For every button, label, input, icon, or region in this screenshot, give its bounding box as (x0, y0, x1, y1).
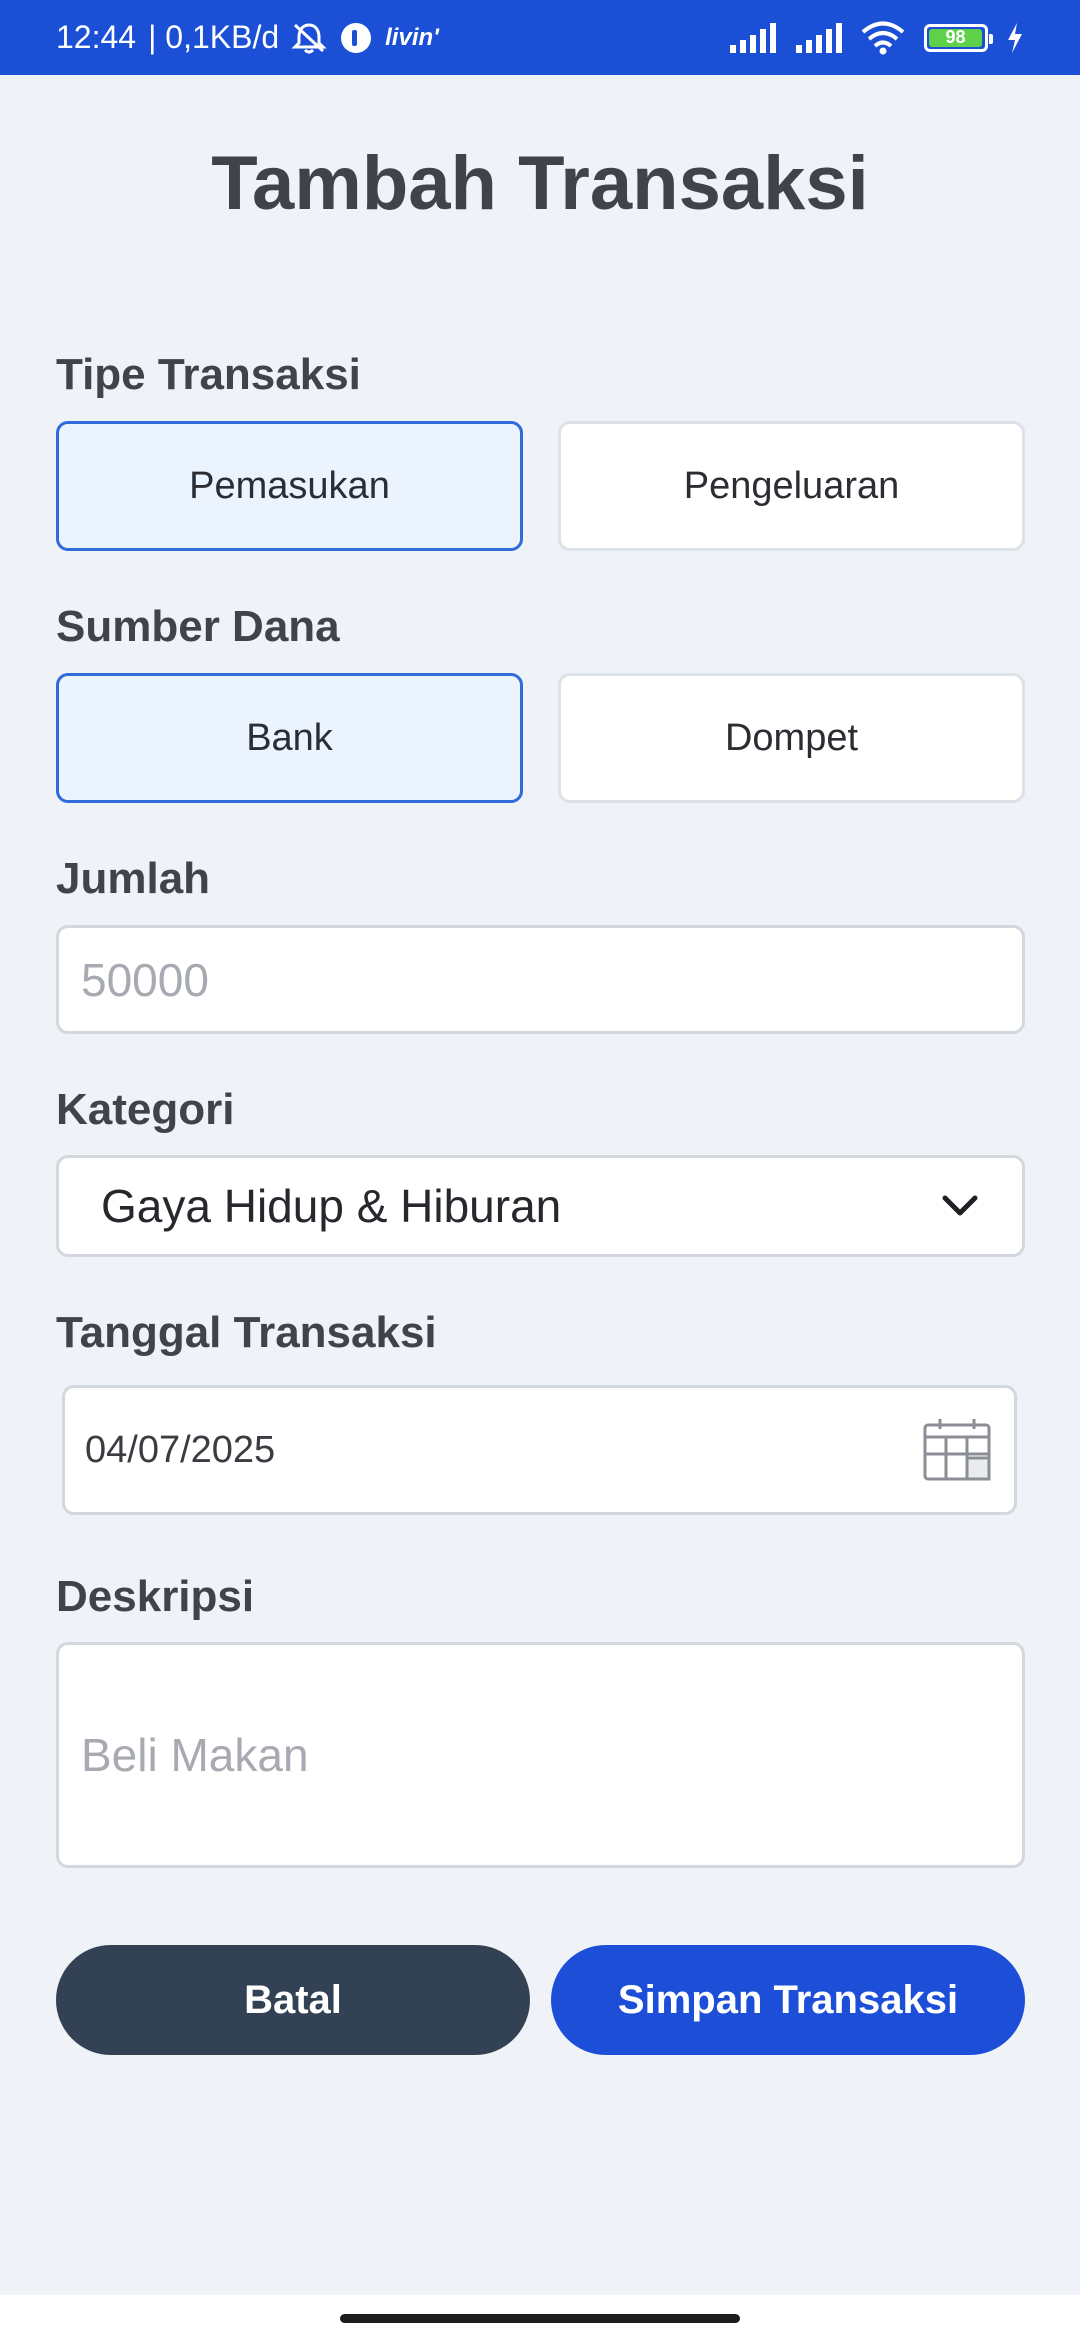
type-option-pemasukan[interactable]: Pemasukan (56, 421, 523, 551)
amount-label: Jumlah (56, 854, 211, 903)
signal-icon (794, 22, 842, 53)
source-label: Sumber Dana (56, 602, 340, 651)
status-time: 12:44 (56, 19, 137, 55)
date-label: Tanggal Transaksi (56, 1308, 437, 1357)
calendar-icon[interactable] (922, 1417, 994, 1483)
source-option-label: Bank (246, 716, 333, 759)
save-button-label: Simpan Transaksi (617, 1977, 959, 2022)
type-option-label: Pemasukan (189, 464, 390, 507)
alarm-off-icon (291, 21, 327, 55)
signal-icon (728, 22, 776, 53)
type-option-label: Pengeluaran (683, 464, 900, 507)
status-bar: 12:44 | 0,1KB/d livin' 98 (0, 0, 1080, 75)
source-option-dompet[interactable]: Dompet (558, 673, 1025, 803)
save-transaction-button[interactable]: Simpan Transaksi (551, 1945, 1025, 2055)
description-placeholder: Beli Makan (81, 1729, 309, 1781)
description-input[interactable]: Beli Makan (56, 1642, 1025, 1868)
date-input[interactable]: 04/07/2025 (62, 1385, 1017, 1515)
battery-level: 98 (929, 27, 982, 47)
source-option-label: Dompet (724, 716, 859, 759)
wifi-icon (860, 21, 906, 55)
source-option-bank[interactable]: Bank (56, 673, 523, 803)
cancel-button-label: Batal (244, 1977, 342, 2022)
charging-icon (1006, 22, 1024, 53)
livin-app-icon (339, 21, 373, 55)
network-speed: | 0,1KB/d (148, 19, 280, 55)
page-title: Tambah Transaksi (211, 141, 869, 226)
amount-placeholder: 50000 (81, 953, 209, 1006)
cancel-button[interactable]: Batal (56, 1945, 530, 2055)
description-label: Deskripsi (56, 1572, 255, 1621)
date-value: 04/07/2025 (85, 1428, 276, 1471)
battery-icon: 98 (924, 23, 993, 52)
category-label: Kategori (56, 1085, 235, 1134)
type-option-pengeluaran[interactable]: Pengeluaran (558, 421, 1025, 551)
chevron-down-icon (940, 1193, 980, 1219)
category-select[interactable]: Gaya Hidup & Hiburan (56, 1155, 1025, 1257)
livin-app-text: livin' (385, 23, 439, 51)
home-indicator-bar[interactable] (340, 2314, 740, 2323)
category-value: Gaya Hidup & Hiburan (101, 1180, 562, 1232)
type-label: Tipe Transaksi (56, 350, 361, 399)
amount-input[interactable]: 50000 (56, 925, 1025, 1034)
